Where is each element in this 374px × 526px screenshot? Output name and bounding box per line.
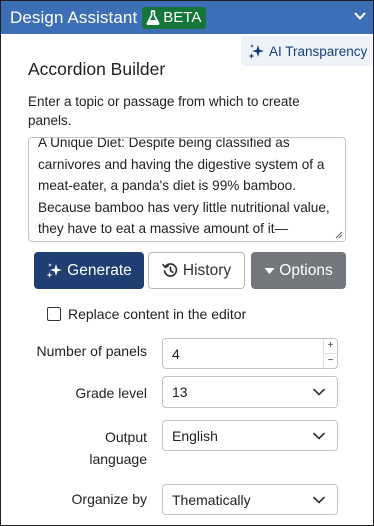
panels-value: 4	[172, 345, 180, 362]
language-label-line2: language	[89, 451, 147, 467]
design-assistant-panel: Design Assistant BETA AI Transparency Ac…	[0, 0, 374, 526]
language-value: English	[172, 427, 218, 444]
flask-icon	[146, 10, 160, 25]
beta-badge: BETA	[142, 6, 207, 29]
sparkle-icon	[248, 43, 264, 59]
increment-icon[interactable]: +	[324, 339, 337, 353]
panel-header[interactable]: Design Assistant BETA	[1, 1, 373, 34]
history-label: History	[182, 261, 232, 279]
chevron-down-icon	[313, 388, 325, 396]
history-button[interactable]: History	[148, 252, 245, 289]
passage-text: A Unique Diet: Despite being classified …	[38, 137, 330, 236]
chevron-down-icon	[313, 432, 325, 439]
beta-label: BETA	[163, 9, 202, 26]
panels-stepper[interactable]: + −	[323, 339, 337, 368]
organize-select[interactable]: Thematically	[162, 484, 338, 515]
language-label: Output language	[89, 426, 147, 470]
replace-content-checkbox[interactable]	[47, 307, 61, 321]
chevron-down-icon	[313, 496, 325, 503]
grade-label: Grade level	[75, 385, 147, 401]
ai-transparency-label: AI Transparency	[269, 43, 368, 59]
resize-grip-icon[interactable]	[335, 231, 343, 239]
grade-select[interactable]: 13	[162, 376, 338, 408]
options-button[interactable]: Options	[251, 252, 346, 289]
replace-content-row[interactable]: Replace content in the editor	[47, 306, 246, 322]
page-title: Accordion Builder	[28, 59, 166, 79]
panels-label: Number of panels	[36, 343, 147, 359]
passage-textarea[interactable]: A Unique Diet: Despite being classified …	[28, 137, 346, 242]
history-icon	[162, 263, 178, 277]
options-label: Options	[279, 261, 333, 279]
instructions-text: Enter a topic or passage from which to c…	[28, 94, 300, 128]
caret-down-icon	[264, 267, 275, 274]
language-label-line1: Output	[104, 429, 147, 445]
replace-content-label: Replace content in the editor	[68, 306, 247, 322]
panels-stepper-input[interactable]: 4 + −	[162, 338, 338, 369]
grade-value: 13	[172, 384, 188, 400]
organize-label: Organize by	[71, 491, 147, 507]
generate-button[interactable]: Generate	[34, 252, 144, 289]
ai-transparency-button[interactable]: AI Transparency	[241, 36, 372, 66]
generate-label: Generate	[67, 261, 132, 279]
decrement-icon[interactable]: −	[324, 353, 337, 368]
organize-value: Thematically	[172, 491, 251, 508]
panel-title: Design Assistant	[10, 7, 138, 27]
chevron-down-icon[interactable]	[353, 9, 367, 23]
language-select[interactable]: English	[162, 420, 338, 451]
sparkle-icon	[46, 263, 63, 278]
